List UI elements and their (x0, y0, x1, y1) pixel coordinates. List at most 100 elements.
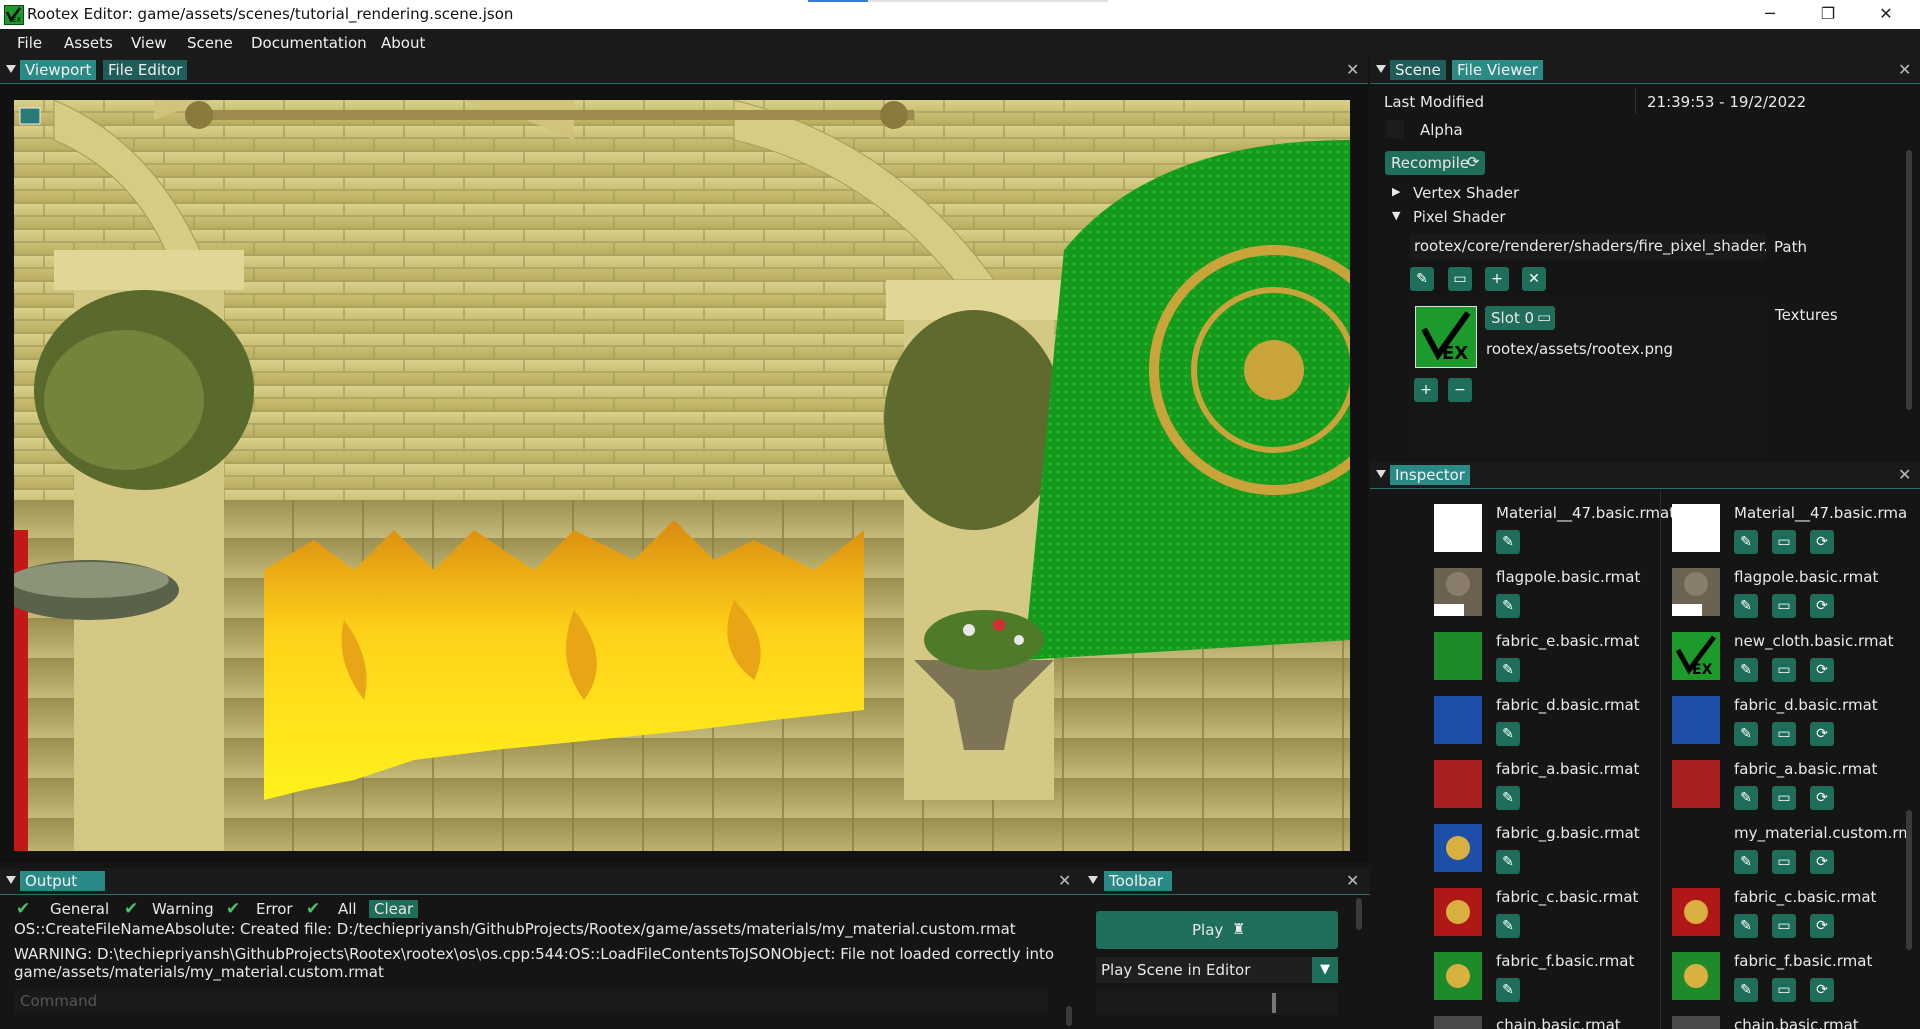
refresh-icon[interactable]: ⟳ (1810, 914, 1834, 938)
edit-icon[interactable]: ✎ (1496, 722, 1520, 746)
restore-button[interactable]: ❐ (1800, 0, 1856, 29)
collapse-arrow-icon[interactable] (6, 876, 16, 884)
edit-icon[interactable]: ✎ (1496, 786, 1520, 810)
folder-open-icon[interactable]: ▭ (1772, 722, 1796, 746)
edit-icon[interactable]: ✎ (1734, 530, 1758, 554)
folder-open-icon[interactable]: ▭ (1772, 594, 1796, 618)
menu-view[interactable]: View (131, 34, 167, 52)
menu-scene[interactable]: Scene (187, 34, 233, 52)
collapse-arrow-icon[interactable]: ▼ (1392, 209, 1400, 222)
folder-open-icon[interactable]: ▭ (1772, 978, 1796, 1002)
edit-icon[interactable]: ✎ (1496, 914, 1520, 938)
folder-open-icon[interactable]: ▭ (1448, 267, 1472, 291)
material-thumbnail (1434, 696, 1482, 744)
edit-icon[interactable]: ✎ (1496, 594, 1520, 618)
edit-icon[interactable]: ✎ (1734, 658, 1758, 682)
play-label: Play (1192, 921, 1224, 939)
menu-assets[interactable]: Assets (64, 34, 113, 52)
remove-texture-icon[interactable]: − (1448, 378, 1472, 402)
refresh-icon[interactable]: ⟳ (1810, 850, 1834, 874)
play-mode-select[interactable]: Play Scene in Editor ▼ (1096, 957, 1338, 983)
toolbar-scrollbar[interactable] (1356, 898, 1362, 930)
tab-inspector[interactable]: Inspector (1390, 465, 1470, 485)
edit-icon[interactable]: ✎ (1734, 978, 1758, 1002)
check-icon[interactable]: ✔ (124, 899, 138, 919)
alpha-checkbox[interactable] (1386, 120, 1404, 138)
file-viewer-scrollbar[interactable] (1906, 150, 1912, 410)
material-thumbnail (1434, 760, 1482, 808)
collapse-arrow-icon[interactable] (6, 65, 16, 73)
menu-documentation[interactable]: Documentation (251, 34, 367, 52)
filter-error[interactable]: Error (256, 900, 293, 918)
close-output-icon[interactable]: ✕ (1058, 871, 1071, 890)
vertex-shader-label[interactable]: Vertex Shader (1413, 184, 1519, 202)
edit-icon[interactable]: ✎ (1734, 722, 1758, 746)
refresh-icon[interactable]: ⟳ (1810, 530, 1834, 554)
close-window-button[interactable]: ✕ (1858, 0, 1914, 29)
refresh-icon[interactable]: ⟳ (1810, 722, 1834, 746)
menu-bar: File Assets View Scene Documentation Abo… (0, 29, 1920, 57)
minimize-button[interactable]: ─ (1742, 0, 1798, 29)
menu-file[interactable]: File (17, 34, 42, 52)
close-toolbar-icon[interactable]: ✕ (1346, 871, 1359, 890)
expand-arrow-icon[interactable]: ▶ (1392, 185, 1400, 198)
inspector-scrollbar[interactable] (1906, 810, 1912, 950)
tab-file-editor[interactable]: File Editor (103, 60, 188, 80)
folder-open-icon[interactable]: ▭ (1772, 850, 1796, 874)
tab-output[interactable]: Output (20, 871, 105, 891)
folder-open-icon[interactable]: ▭ (1772, 530, 1796, 554)
edit-icon[interactable]: ✎ (1496, 978, 1520, 1002)
edit-icon[interactable]: ✎ (1734, 594, 1758, 618)
tab-file-viewer[interactable]: File Viewer (1452, 60, 1543, 80)
menu-about[interactable]: About (381, 34, 425, 52)
slot-0-button[interactable]: Slot 0 ▭ (1485, 306, 1555, 330)
folder-open-icon[interactable]: ▭ (1772, 786, 1796, 810)
close-viewport-icon[interactable]: ✕ (1346, 60, 1359, 79)
filter-all[interactable]: All (338, 900, 357, 918)
toolbar-slider[interactable] (1096, 991, 1338, 1015)
collapse-arrow-icon[interactable] (1376, 470, 1386, 478)
check-icon[interactable]: ✔ (306, 899, 320, 919)
toolbar-header: Toolbar ✕ (1080, 868, 1370, 895)
pixel-shader-label[interactable]: Pixel Shader (1413, 208, 1506, 226)
refresh-icon[interactable]: ⟳ (1810, 594, 1834, 618)
edit-icon[interactable]: ✎ (1496, 658, 1520, 682)
filter-warning[interactable]: Warning (152, 900, 214, 918)
edit-icon[interactable]: ✎ (1734, 786, 1758, 810)
tab-toolbar[interactable]: Toolbar (1104, 871, 1172, 891)
add-icon[interactable]: + (1485, 267, 1509, 291)
close-file-viewer-icon[interactable]: ✕ (1898, 60, 1911, 79)
filter-general[interactable]: General (50, 900, 109, 918)
check-icon[interactable]: ✔ (16, 899, 30, 919)
remove-icon[interactable]: ✕ (1522, 267, 1546, 291)
play-button[interactable]: Play ♜ (1096, 911, 1338, 949)
tab-viewport[interactable]: Viewport (20, 60, 97, 80)
viewport-render[interactable] (14, 100, 1350, 851)
edit-icon[interactable]: ✎ (1734, 914, 1758, 938)
clear-button[interactable]: Clear (369, 900, 419, 918)
collapse-arrow-icon[interactable] (1376, 65, 1386, 73)
collapse-arrow-icon[interactable] (1088, 876, 1098, 884)
rootex-texture-thumb: EX (1415, 306, 1477, 368)
tab-scene[interactable]: Scene (1390, 60, 1446, 80)
edit-icon[interactable]: ✎ (1734, 850, 1758, 874)
command-input[interactable]: Command (14, 989, 1048, 1013)
refresh-icon[interactable]: ⟳ (1810, 658, 1834, 682)
output-scrollbar[interactable] (1066, 1006, 1072, 1026)
material-name: my_material.custom.rmat (1734, 824, 1906, 842)
edit-icon[interactable]: ✎ (1496, 530, 1520, 554)
add-texture-icon[interactable]: + (1414, 378, 1438, 402)
check-icon[interactable]: ✔ (226, 899, 240, 919)
folder-open-icon[interactable]: ▭ (1772, 914, 1796, 938)
shader-path-input[interactable]: rootex/core/renderer/shaders/fire_pixel_… (1410, 234, 1766, 260)
close-inspector-icon[interactable]: ✕ (1898, 465, 1911, 484)
recompile-button[interactable]: Recompile ⟳ (1385, 151, 1485, 175)
refresh-icon[interactable]: ⟳ (1810, 978, 1834, 1002)
folder-open-icon[interactable]: ▭ (1772, 658, 1796, 682)
chevron-down-icon[interactable]: ▼ (1312, 957, 1338, 983)
output-log: OS::CreateFileNameAbsolute: Created file… (14, 920, 1054, 986)
edit-icon[interactable]: ✎ (1496, 850, 1520, 874)
slider-handle[interactable] (1272, 993, 1276, 1013)
edit-icon[interactable]: ✎ (1410, 267, 1434, 291)
refresh-icon[interactable]: ⟳ (1810, 786, 1834, 810)
